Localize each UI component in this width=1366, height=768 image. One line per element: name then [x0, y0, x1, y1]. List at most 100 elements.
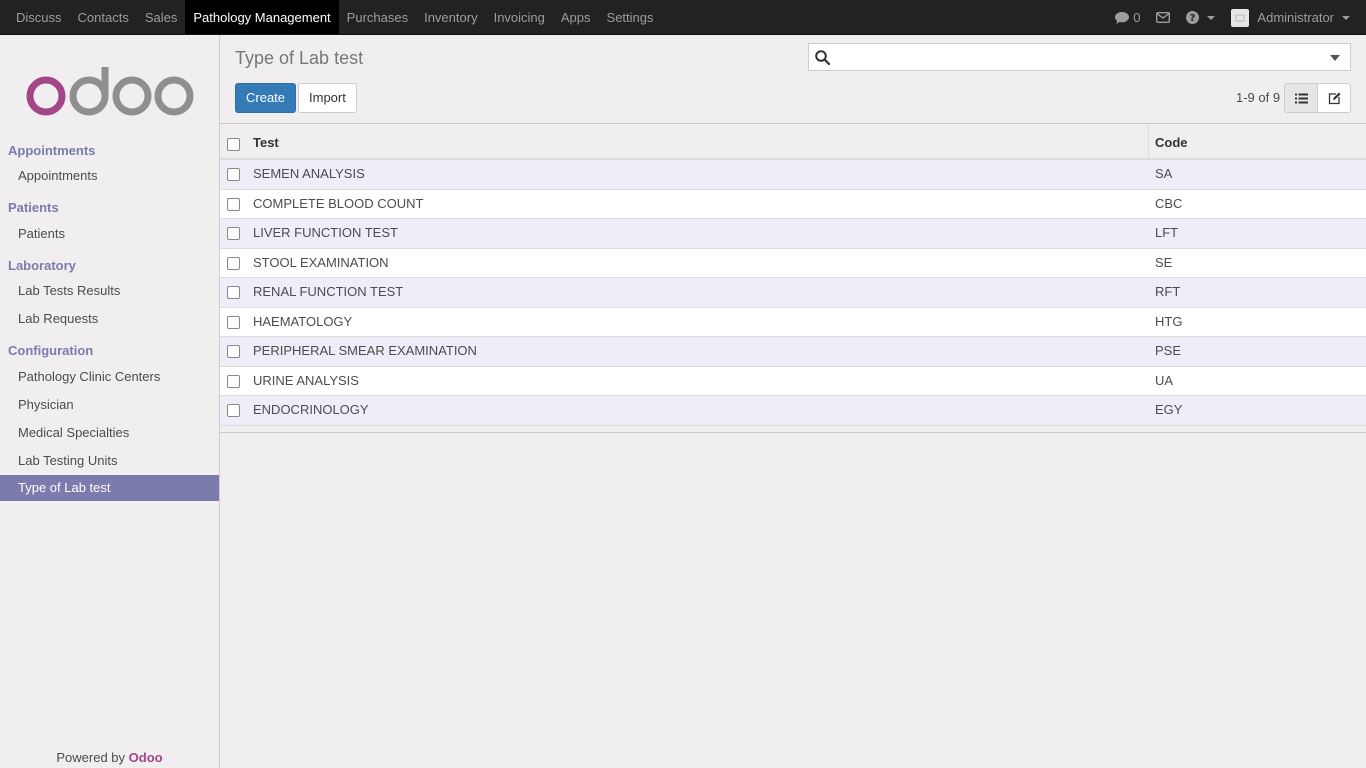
- sidebar-item-physician[interactable]: Physician: [0, 392, 219, 418]
- edit-icon: [1328, 92, 1341, 104]
- sidebar-section-laboratory: Laboratory: [8, 258, 76, 273]
- records-list: Test Code SEMEN ANALYSIS SA COMPLETE BLO…: [220, 124, 1366, 433]
- user-menu[interactable]: Administrator: [1223, 0, 1358, 35]
- sidebar-item-type-of-lab-test[interactable]: Type of Lab test: [0, 475, 219, 501]
- search-icon: [815, 50, 830, 65]
- mail-button[interactable]: [1148, 0, 1178, 35]
- table-row[interactable]: HAEMATOLOGY HTG: [220, 307, 1366, 337]
- cell-test: RENAL FUNCTION TEST: [253, 284, 404, 299]
- pager-value[interactable]: 1-9 of 9: [1236, 90, 1280, 105]
- menu-settings[interactable]: Settings: [599, 0, 662, 34]
- table-row[interactable]: STOOL EXAMINATION SE: [220, 248, 1366, 278]
- sidebar-item-lab-requests[interactable]: Lab Requests: [0, 306, 219, 332]
- user-name: Administrator: [1257, 10, 1334, 25]
- user-avatar-icon: [1235, 14, 1245, 21]
- control-panel: Type of Lab test Create Import 1-9 of 9: [220, 35, 1366, 124]
- systray: 0 ? Administrator: [1107, 0, 1358, 35]
- menu-apps[interactable]: Apps: [553, 0, 599, 34]
- page-title: Type of Lab test: [235, 48, 364, 68]
- table-row[interactable]: LIVER FUNCTION TEST LFT: [220, 219, 1366, 249]
- select-all-checkbox[interactable]: [227, 138, 240, 151]
- messages-button[interactable]: 0: [1107, 0, 1148, 35]
- row-checkbox[interactable]: [227, 227, 240, 240]
- menu-pathology-management[interactable]: Pathology Management: [185, 0, 339, 34]
- table-row[interactable]: RENAL FUNCTION TEST RFT: [220, 278, 1366, 308]
- cell-code: LFT: [1155, 225, 1179, 240]
- row-checkbox[interactable]: [227, 256, 240, 270]
- cell-code: SE: [1155, 254, 1173, 270]
- cell-test: SEMEN ANALYSIS: [253, 166, 365, 181]
- svg-text:?: ?: [1190, 13, 1196, 24]
- search-bar: [808, 43, 1351, 71]
- cell-code: UA: [1155, 372, 1174, 388]
- top-navbar: Discuss Contacts Sales Pathology Managem…: [0, 0, 1366, 35]
- avatar: [1231, 8, 1250, 27]
- list-icon: [1294, 93, 1308, 103]
- cell-code: PSE: [1155, 343, 1182, 358]
- sidebar-section-configuration: Configuration: [8, 343, 94, 358]
- table-row[interactable]: ENDOCRINOLOGY EGY: [220, 396, 1366, 426]
- cell-test: LIVER FUNCTION TEST: [253, 225, 398, 240]
- menu-contacts[interactable]: Contacts: [70, 0, 137, 34]
- menu-inventory[interactable]: Inventory: [416, 0, 485, 34]
- table-row[interactable]: PERIPHERAL SMEAR EXAMINATION PSE: [220, 337, 1366, 367]
- cell-test: ENDOCRINOLOGY: [253, 402, 369, 417]
- help-button[interactable]: ?: [1178, 0, 1223, 35]
- row-checkbox[interactable]: [227, 315, 240, 329]
- cell-test: HAEMATOLOGY: [253, 313, 353, 329]
- cell-test: URINE ANALYSIS: [253, 372, 359, 388]
- cell-test: PERIPHERAL SMEAR EXAMINATION: [253, 343, 477, 358]
- powered-by-brand-link[interactable]: Odoo: [129, 750, 163, 765]
- sidebar-item-lab-tests-results[interactable]: Lab Tests Results: [0, 278, 219, 304]
- chevron-down-icon: [1342, 15, 1350, 20]
- powered-by-text: Powered by: [56, 750, 126, 765]
- menu-sales[interactable]: Sales: [137, 0, 186, 34]
- list-view-button[interactable]: [1284, 83, 1318, 113]
- menu-invoicing[interactable]: Invoicing: [486, 0, 553, 34]
- comment-icon: [1115, 11, 1130, 24]
- table-row[interactable]: URINE ANALYSIS UA: [220, 366, 1366, 396]
- sidebar-section-appointments: Appointments: [8, 143, 96, 158]
- powered-by: Powered by Odoo: [0, 750, 219, 765]
- form-view-button[interactable]: [1317, 83, 1351, 113]
- cell-code: EGY: [1155, 402, 1183, 417]
- cell-test: STOOL EXAMINATION: [253, 254, 389, 270]
- row-checkbox[interactable]: [227, 197, 240, 211]
- column-header-test[interactable]: Test: [253, 124, 279, 158]
- row-checkbox[interactable]: [227, 286, 240, 299]
- menu-discuss[interactable]: Discuss: [8, 0, 70, 34]
- table-footer: [220, 425, 1366, 433]
- row-checkbox[interactable]: [227, 168, 240, 181]
- cell-code: RFT: [1155, 284, 1181, 299]
- search-options-toggle[interactable]: [1330, 55, 1340, 61]
- menu-purchases[interactable]: Purchases: [339, 0, 416, 34]
- table-row[interactable]: COMPLETE BLOOD COUNT CBC: [220, 189, 1366, 219]
- main-content: Type of Lab test Create Import 1-9 of 9 …: [220, 35, 1366, 768]
- chevron-down-icon: [1207, 15, 1216, 20]
- messages-count: 0: [1133, 10, 1141, 25]
- sidebar-item-patients[interactable]: Patients: [0, 221, 219, 247]
- table-row[interactable]: SEMEN ANALYSIS SA: [220, 160, 1366, 190]
- cell-code: HTG: [1155, 313, 1183, 329]
- import-button[interactable]: Import: [298, 83, 357, 113]
- table-header: Test Code: [220, 124, 1366, 160]
- sidebar-item-appointments[interactable]: Appointments: [0, 163, 219, 189]
- cell-test: COMPLETE BLOOD COUNT: [253, 195, 424, 211]
- main-menu: Discuss Contacts Sales Pathology Managem…: [8, 0, 662, 35]
- row-checkbox[interactable]: [227, 404, 240, 417]
- cell-code: CBC: [1155, 195, 1183, 211]
- row-checkbox[interactable]: [227, 374, 240, 388]
- sidebar-item-lab-testing-units[interactable]: Lab Testing Units: [0, 448, 219, 474]
- create-button[interactable]: Create: [235, 83, 297, 113]
- search-input[interactable]: [837, 47, 1317, 67]
- sidebar-item-pathology-clinic-centers[interactable]: Pathology Clinic Centers: [0, 364, 219, 390]
- question-circle-icon: ?: [1186, 11, 1200, 24]
- row-checkbox[interactable]: [227, 345, 240, 358]
- column-header-code[interactable]: Code: [1148, 124, 1366, 158]
- cell-code: SA: [1155, 166, 1173, 181]
- envelope-icon: [1156, 12, 1171, 23]
- sidebar-item-medical-specialties[interactable]: Medical Specialties: [0, 420, 219, 446]
- sidebar: Appointments Appointments Patients Patie…: [0, 35, 220, 768]
- odoo-logo: [26, 67, 194, 116]
- sidebar-section-patients: Patients: [8, 200, 59, 215]
